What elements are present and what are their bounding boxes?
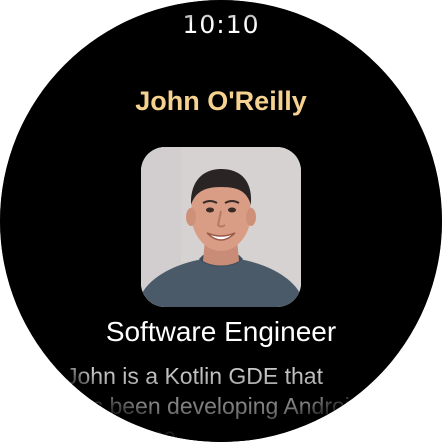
clock-time: 10:10 — [182, 10, 260, 39]
profile-name: John O'Reilly — [135, 86, 307, 116]
watch-screen: 10:10 John O'Reilly Software Engineer Jo… — [0, 0, 442, 442]
avatar — [141, 147, 301, 307]
profile-title: Software Engineer — [105, 316, 337, 347]
avatar-photo — [141, 147, 301, 307]
profile-bio: John is a Kotlin GDE that has been devel… — [66, 363, 363, 442]
